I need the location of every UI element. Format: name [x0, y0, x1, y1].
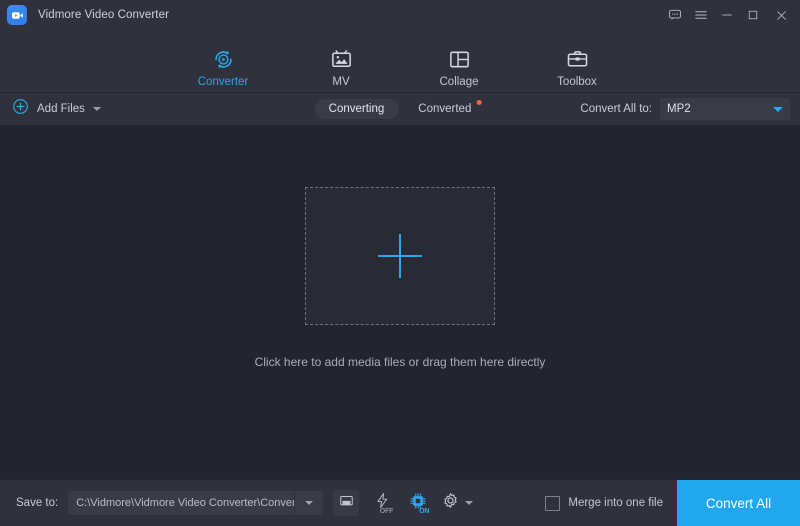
open-folder-button[interactable]: [333, 490, 359, 516]
window-controls: [662, 0, 800, 30]
main-content: Click here to add media files or drag th…: [0, 125, 800, 479]
feedback-icon[interactable]: [662, 0, 688, 30]
output-format-select[interactable]: MP2: [660, 98, 790, 120]
segment-converted[interactable]: Converted: [404, 99, 485, 119]
gpu-acceleration-toggle[interactable]: ON: [405, 490, 431, 516]
converter-icon: [212, 47, 235, 71]
tab-mv[interactable]: MV: [300, 47, 382, 92]
close-icon[interactable]: [766, 0, 800, 30]
folder-open-icon: [339, 493, 354, 513]
bottom-bar: Save to: C:\Vidmore\Vidmore Video Conver…: [0, 479, 800, 526]
convert-all-button[interactable]: Convert All: [677, 480, 800, 526]
main-tab-bar: Converter MV: [0, 30, 800, 92]
title-bar: Vidmore Video Converter: [0, 0, 800, 30]
action-toolbar: Add Files Converting Converted Convert A…: [0, 92, 800, 125]
add-files-button[interactable]: Add Files: [12, 98, 101, 120]
tab-label: Collage: [440, 76, 479, 88]
chevron-down-icon[interactable]: [294, 491, 323, 515]
settings-group[interactable]: [441, 491, 473, 515]
bottom-right-group: Merge into one file Convert All: [545, 480, 800, 526]
chevron-down-icon[interactable]: [465, 501, 473, 505]
dropzone-hint: Click here to add media files or drag th…: [255, 355, 546, 369]
menu-icon[interactable]: [688, 0, 714, 30]
convert-all-to-label: Convert All to:: [580, 103, 652, 115]
tab-converter[interactable]: Converter: [182, 47, 264, 92]
tab-label: Converter: [198, 76, 249, 88]
converting-converted-toggle: Converting Converted: [315, 99, 486, 119]
chevron-down-icon: [773, 107, 783, 112]
app-logo-icon: [7, 5, 27, 25]
segment-label: Converting: [329, 103, 385, 115]
new-items-badge: [476, 100, 481, 105]
toolbox-icon: [566, 47, 589, 71]
tab-label: MV: [332, 76, 349, 88]
gpu-acceleration-state: ON: [419, 508, 429, 515]
media-dropzone[interactable]: [305, 187, 495, 325]
mv-icon: [330, 47, 353, 71]
save-path-field[interactable]: C:\Vidmore\Vidmore Video Converter\Conve…: [68, 491, 323, 515]
window-title: Vidmore Video Converter: [38, 9, 169, 21]
checkbox-box[interactable]: [545, 496, 560, 511]
collage-icon: [448, 47, 471, 71]
save-path-value: C:\Vidmore\Vidmore Video Converter\Conve…: [68, 497, 294, 509]
output-format-value: MP2: [667, 103, 691, 115]
save-to-label: Save to:: [16, 497, 58, 509]
segment-label: Converted: [418, 103, 471, 115]
chevron-down-icon[interactable]: [93, 107, 101, 111]
tab-label: Toolbox: [557, 76, 597, 88]
convert-all-to-group: Convert All to: MP2: [580, 98, 790, 120]
app-window: Vidmore Video Converter: [0, 0, 800, 526]
minimize-icon[interactable]: [714, 0, 740, 30]
gear-icon[interactable]: [441, 491, 460, 515]
maximize-icon[interactable]: [740, 0, 766, 30]
segment-converting[interactable]: Converting: [315, 99, 399, 119]
plus-icon: [378, 234, 422, 278]
tab-toolbox[interactable]: Toolbox: [536, 47, 618, 92]
merge-into-one-file-checkbox[interactable]: Merge into one file: [545, 496, 663, 511]
tab-collage[interactable]: Collage: [418, 47, 500, 92]
hardware-acceleration-toggle[interactable]: OFF: [369, 490, 395, 516]
plus-circle-icon: [12, 98, 29, 120]
hardware-acceleration-state: OFF: [380, 508, 393, 515]
add-files-label: Add Files: [37, 103, 85, 115]
merge-label: Merge into one file: [568, 497, 663, 509]
